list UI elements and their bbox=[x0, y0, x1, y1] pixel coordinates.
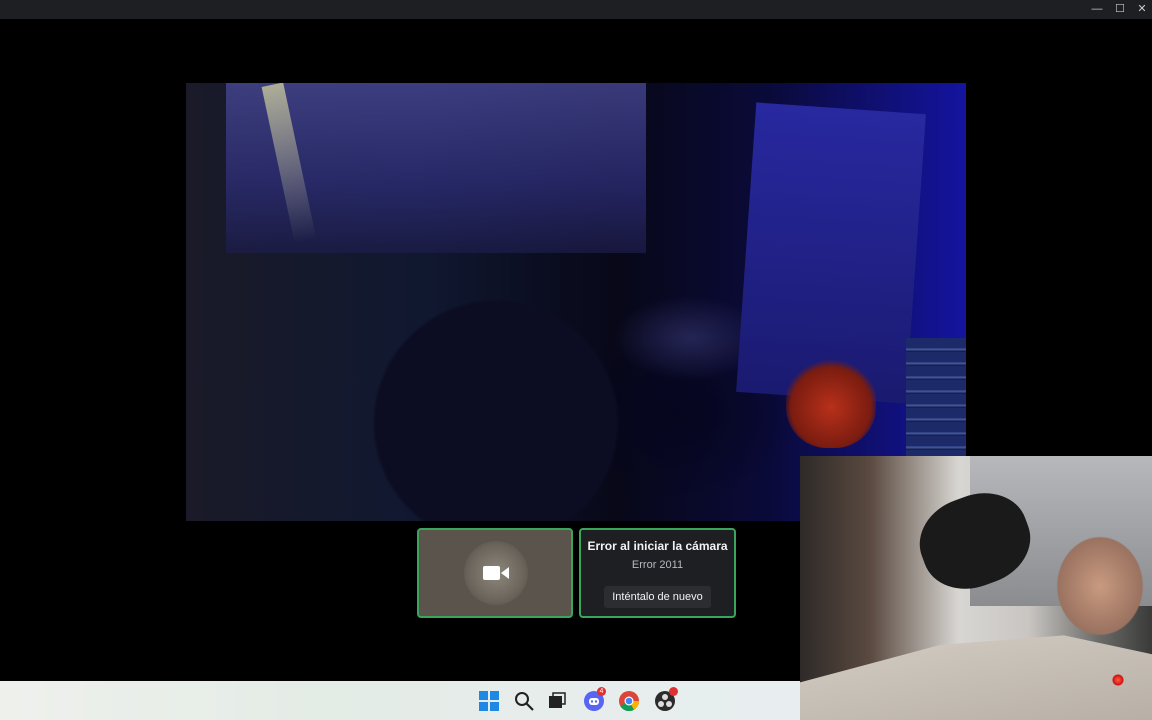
obs-icon[interactable] bbox=[654, 687, 678, 712]
red-led bbox=[1112, 674, 1124, 686]
windows-taskbar: 4 bbox=[0, 681, 800, 720]
self-video-tile[interactable] bbox=[417, 528, 573, 618]
notification-badge bbox=[669, 687, 678, 696]
camera-error-code: Error 2011 bbox=[631, 559, 684, 571]
webcam-overlay bbox=[800, 456, 1152, 720]
window-titlebar: — ☐ ✕ bbox=[0, 0, 1152, 19]
retry-button[interactable]: Inténtalo de nuevo bbox=[604, 586, 711, 608]
plush-toy bbox=[786, 358, 876, 448]
search-icon[interactable] bbox=[513, 690, 535, 712]
camera-error-tile: Error al iniciar la cámara Error 2011 In… bbox=[579, 528, 736, 618]
task-view-icon[interactable] bbox=[546, 690, 568, 712]
windows-start-icon[interactable] bbox=[478, 690, 500, 712]
close-button[interactable]: ✕ bbox=[1131, 0, 1152, 19]
minimize-button[interactable]: — bbox=[1086, 0, 1108, 19]
video-camera-icon bbox=[483, 566, 509, 580]
chrome-icon[interactable] bbox=[618, 690, 640, 712]
streamer-silhouette bbox=[286, 173, 706, 521]
maximize-button[interactable]: ☐ bbox=[1109, 0, 1131, 19]
discord-icon[interactable]: 4 bbox=[583, 687, 606, 712]
notification-badge: 4 bbox=[597, 687, 606, 696]
camera-error-title: Error al iniciar la cámara bbox=[587, 539, 728, 553]
